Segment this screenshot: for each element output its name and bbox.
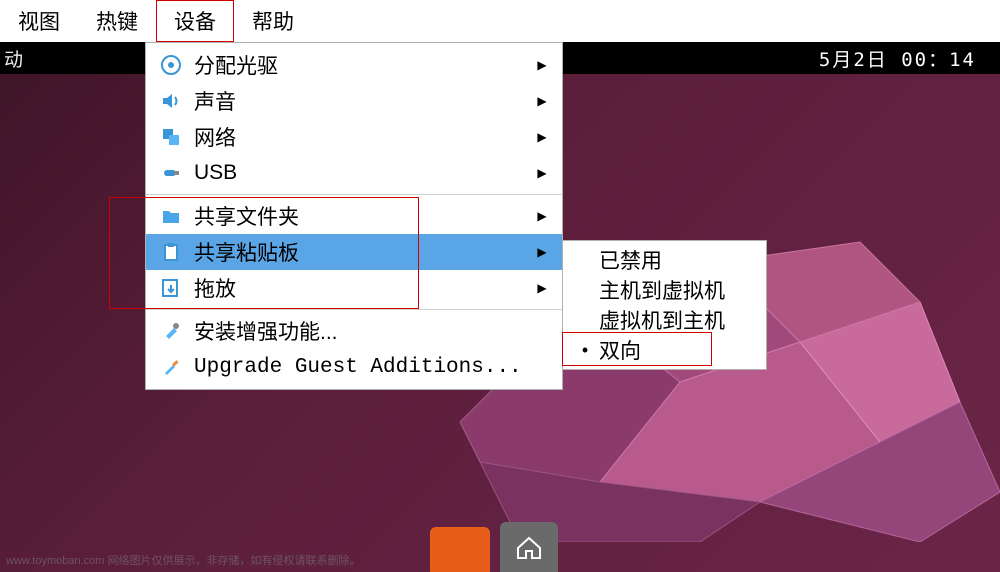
device-menu-item[interactable]: 共享文件夹▶	[146, 198, 562, 234]
sound-icon	[156, 90, 186, 112]
network-icon	[156, 126, 186, 148]
menu-item-label: 共享粘贴板	[186, 237, 532, 267]
clipboard-submenu-item[interactable]: 主机到虚拟机	[563, 275, 766, 305]
device-menu-item[interactable]: Upgrade Guest Additions...	[146, 349, 562, 385]
topbar-clock[interactable]: 5月2日 00：14	[819, 45, 976, 72]
submenu-arrow-icon: ▶	[532, 245, 552, 259]
menu-item-label: USB	[186, 161, 532, 185]
menu-item-label: 声音	[186, 86, 532, 116]
disc-icon	[156, 54, 186, 76]
submenu-arrow-icon: ▶	[532, 166, 552, 180]
clipboard-submenu-item[interactable]: 虚拟机到主机	[563, 305, 766, 335]
devices-dropdown: 分配光驱▶声音▶网络▶USB▶共享文件夹▶共享粘贴板▶拖放▶安装增强功能...U…	[145, 42, 563, 390]
clipboard-submenu-item[interactable]: •双向	[563, 335, 766, 365]
device-menu-item[interactable]: 网络▶	[146, 119, 562, 155]
menu-devices[interactable]: 设备	[156, 0, 234, 42]
dock-files-icon[interactable]	[430, 527, 490, 572]
submenu-item-label: 双向	[599, 335, 758, 365]
folder-icon	[156, 205, 186, 227]
topbar-left-fragment: 动	[4, 45, 23, 72]
submenu-arrow-icon: ▶	[532, 58, 552, 72]
clipboard-submenu-item[interactable]: 已禁用	[563, 245, 766, 275]
menu-separator	[146, 309, 562, 310]
submenu-item-label: 已禁用	[599, 245, 758, 275]
submenu-item-label: 虚拟机到主机	[599, 305, 758, 335]
menu-item-label: 共享文件夹	[186, 201, 532, 231]
menu-item-label: 网络	[186, 122, 532, 152]
device-menu-item[interactable]: 分配光驱▶	[146, 47, 562, 83]
dock	[430, 522, 568, 572]
usb-icon	[156, 162, 186, 184]
menu-view[interactable]: 视图	[0, 0, 78, 42]
vm-host-menubar: 视图 热键 设备 帮助	[0, 0, 1000, 42]
device-menu-item[interactable]: 共享粘贴板▶	[146, 234, 562, 270]
dock-home-icon[interactable]	[500, 522, 558, 572]
menu-item-label: 安装增强功能...	[186, 316, 532, 346]
device-menu-item[interactable]: 声音▶	[146, 83, 562, 119]
menu-item-label: 拖放	[186, 273, 532, 303]
dragdrop-icon	[156, 277, 186, 299]
submenu-arrow-icon: ▶	[532, 209, 552, 223]
menu-help[interactable]: 帮助	[234, 0, 312, 42]
check-bullet-icon: •	[571, 340, 599, 361]
clipboard-submenu: 已禁用主机到虚拟机虚拟机到主机•双向	[562, 240, 767, 370]
submenu-arrow-icon: ▶	[532, 94, 552, 108]
clipboard-icon	[156, 241, 186, 263]
menu-separator	[146, 194, 562, 195]
menu-hotkey[interactable]: 热键	[78, 0, 156, 42]
screwdriver-icon	[156, 356, 186, 378]
device-menu-item[interactable]: USB▶	[146, 155, 562, 191]
watermark-text: www.toymoban.com 网络图片仅供展示，非存储，如有侵权请联系删除。	[6, 552, 360, 568]
tool-icon	[156, 320, 186, 342]
device-menu-item[interactable]: 拖放▶	[146, 270, 562, 306]
device-menu-item[interactable]: 安装增强功能...	[146, 313, 562, 349]
submenu-arrow-icon: ▶	[532, 130, 552, 144]
submenu-arrow-icon: ▶	[532, 281, 552, 295]
menu-item-label: Upgrade Guest Additions...	[186, 356, 532, 379]
submenu-item-label: 主机到虚拟机	[599, 275, 758, 305]
menu-item-label: 分配光驱	[186, 50, 532, 80]
